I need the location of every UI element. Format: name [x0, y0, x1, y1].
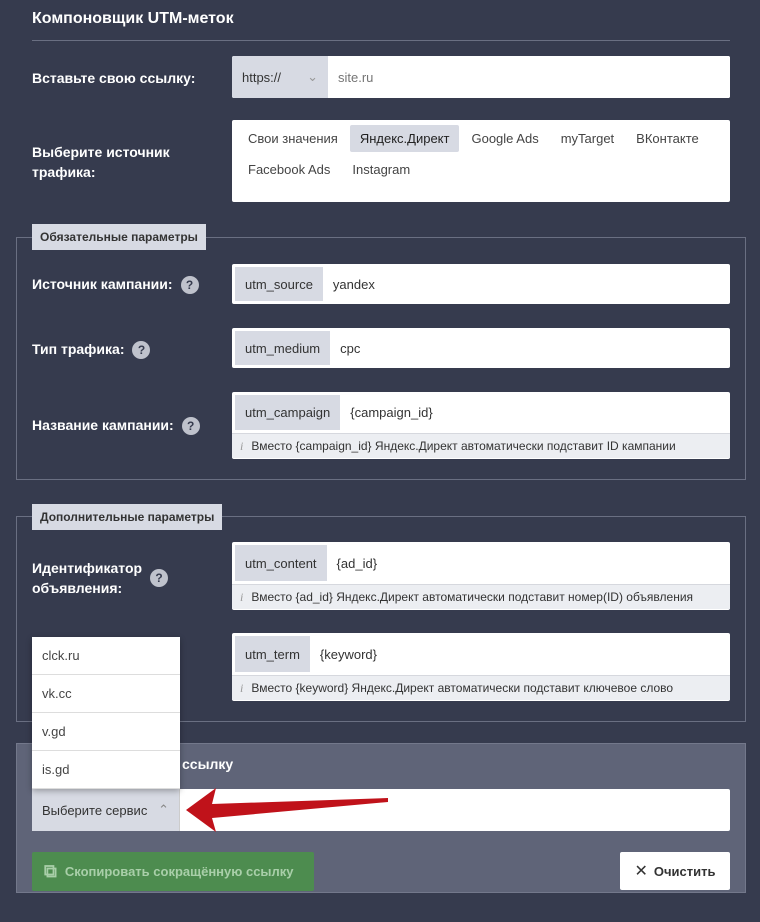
utm-source-field: utm_source yandex: [232, 264, 730, 304]
source-option[interactable]: Свои значения: [238, 125, 348, 152]
utm-term-input[interactable]: {keyword}: [310, 636, 387, 672]
field-label: Название кампании:?: [32, 415, 200, 436]
help-icon[interactable]: ?: [132, 341, 151, 360]
utm-medium-field: utm_medium cpc: [232, 328, 730, 368]
param-name: utm_campaign: [235, 395, 341, 430]
clear-button[interactable]: ✕ Очистить: [620, 852, 730, 890]
utm-source-input[interactable]: yandex: [323, 267, 385, 301]
shorten-title: ссылку: [182, 756, 234, 772]
optional-legend: Дополнительные параметры: [32, 504, 223, 530]
service-option[interactable]: clck.ru: [32, 637, 180, 675]
hint: i Вместо {keyword} Яндекс.Директ автомати…: [232, 675, 730, 700]
help-icon[interactable]: ?: [180, 276, 199, 295]
url-input[interactable]: [328, 56, 730, 98]
chevron-up-icon: ⌃: [158, 802, 169, 817]
param-name: utm_term: [235, 636, 310, 672]
source-option-selected[interactable]: Яндекс.Директ: [349, 125, 460, 152]
source-label: Выберите источник трафика:: [32, 144, 170, 180]
url-input-group: https:// ⌄: [232, 56, 730, 98]
hint: i Вместо {campaign_id} Яндекс.Директ авто…: [232, 433, 730, 458]
service-dropdown: clck.ru vk.cc v.gd is.gd: [32, 637, 180, 789]
utm-campaign-field: utm_campaign {campaign_id} i Вместо {camp…: [232, 392, 730, 459]
service-option[interactable]: v.gd: [32, 713, 180, 751]
service-option[interactable]: vk.cc: [32, 675, 180, 713]
param-name: utm_content: [235, 545, 327, 581]
source-option[interactable]: myTarget: [551, 125, 624, 152]
page-title: Компоновщик UTM-меток: [32, 10, 234, 27]
required-legend: Обязательные параметры: [32, 224, 206, 250]
close-icon: ✕: [634, 863, 648, 880]
source-options: Свои значения Яндекс.Директ Google Ads m…: [232, 120, 730, 202]
utm-medium-input[interactable]: cpc: [330, 331, 370, 365]
source-option[interactable]: Instagram: [342, 156, 420, 183]
chevron-down-icon: ⌄: [307, 69, 318, 84]
source-option[interactable]: Facebook Ads: [238, 156, 340, 183]
field-label: Идентификатор объявления:?: [32, 558, 232, 598]
help-icon[interactable]: ?: [150, 569, 168, 587]
protocol-select[interactable]: https:// ⌄: [232, 56, 328, 98]
field-label: Источник кампании:?: [32, 274, 199, 295]
source-option[interactable]: ВКонтакте: [626, 125, 709, 152]
info-icon: i: [240, 589, 244, 604]
copy-short-link-button[interactable]: ⧉ Скопировать сокращённую ссылку: [32, 852, 314, 891]
protocol-value: https://: [242, 69, 282, 85]
source-option[interactable]: Google Ads: [461, 125, 548, 152]
utm-content-input[interactable]: {ad_id}: [327, 545, 388, 581]
url-label: Вставьте свою ссылку:: [32, 70, 196, 86]
utm-campaign-input[interactable]: {campaign_id}: [340, 395, 442, 430]
help-icon[interactable]: ?: [181, 417, 200, 436]
param-name: utm_medium: [235, 331, 331, 365]
info-icon: i: [240, 680, 244, 695]
service-select[interactable]: Выберите сервис ⌃: [32, 789, 180, 831]
copy-icon: ⧉: [44, 861, 57, 881]
param-name: utm_source: [235, 267, 323, 301]
utm-content-field: utm_content {ad_id} i Вместо {ad_id} Янде…: [232, 542, 730, 610]
hint: i Вместо {ad_id} Яндекс.Директ автоматиче…: [232, 584, 730, 609]
red-arrow-annotation: [186, 788, 388, 832]
utm-term-field: utm_term {keyword} i Вместо {keyword} Янд…: [232, 633, 730, 701]
service-option[interactable]: is.gd: [32, 751, 180, 789]
divider: [32, 40, 730, 41]
field-label: Тип трафика:?: [32, 339, 151, 360]
info-icon: i: [240, 438, 244, 453]
